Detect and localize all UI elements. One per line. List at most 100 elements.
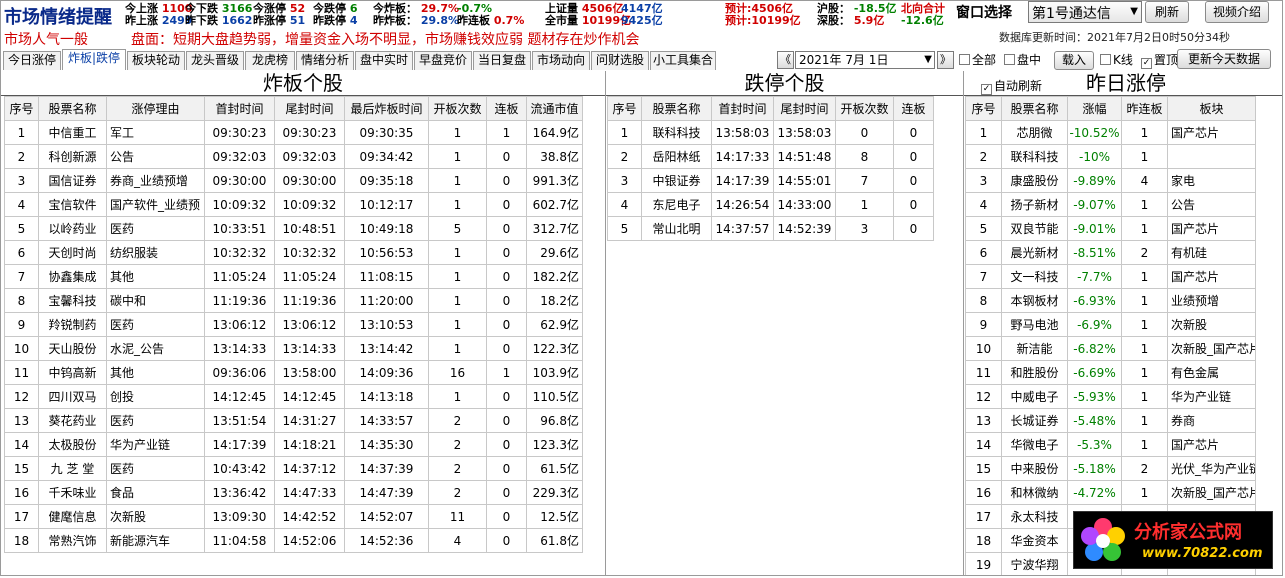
- prev-date-button[interactable]: 《: [777, 51, 794, 69]
- column-header[interactable]: 连板: [893, 96, 934, 121]
- table-row[interactable]: 14 太极股份 华为产业链 14:17:39 14:18:21 14:35:30 2 0 123…: [4, 432, 583, 457]
- update-today-button[interactable]: 更新今天数据: [1177, 49, 1271, 69]
- table-row[interactable]: 4 东尼电子 14:26:54 14:33:00 1 0: [607, 192, 934, 217]
- tab-10[interactable]: 问财选股: [591, 51, 649, 70]
- table-row[interactable]: 4 宝信软件 国产软件_业绩预 10:09:32 10:09:32 10:12:17 1 0 6…: [4, 192, 583, 217]
- table-row[interactable]: 15 九 芝 堂医药 10:43:42 14:37:12 14:37:39 2 0 61.5亿: [4, 456, 583, 481]
- table-row[interactable]: 3 康盛股份 -9.89% 4 家电: [965, 168, 1256, 193]
- tab-4[interactable]: 龙虎榜: [245, 51, 295, 70]
- table-row[interactable]: 6 晨光新材 -8.51% 2 有机硅: [965, 240, 1256, 265]
- video-intro-button[interactable]: 视频介绍: [1205, 1, 1269, 23]
- table-row[interactable]: 5 以岭药业 医药 10:33:51 10:48:51 10:49:18 5 0 312.7亿: [4, 216, 583, 241]
- app-title: 市场情绪提醒: [4, 7, 112, 28]
- channel-select[interactable]: 第1号通达信 ▼: [1028, 1, 1142, 23]
- table-row[interactable]: 10 天山股份 水泥_公告 13:14:33 13:14:33 13:14:42 1 0 122…: [4, 336, 583, 361]
- table-row[interactable]: 4 扬子新材 -9.07% 1 公告: [965, 192, 1256, 217]
- table-row[interactable]: 10 新洁能 -6.82% 1 次新股_国产芯片: [965, 336, 1256, 361]
- table-row[interactable]: 11 中钨高新 其他 09:36:06 13:58:00 14:09:36 16 1 103.9…: [4, 360, 583, 385]
- table-row[interactable]: 1 中信重工 军工 09:30:23 09:30:23 09:30:35 1 1 164.9亿: [4, 120, 583, 145]
- table-row[interactable]: 3 国信证券 券商_业绩预增 09:30:00 09:30:00 09:35:18 1 0 99…: [4, 168, 583, 193]
- table-cell: 1: [1121, 264, 1168, 289]
- table-row[interactable]: 8 本钢板材 -6.93% 1 业绩预增: [965, 288, 1256, 313]
- table-cell: 14:17:39: [711, 168, 774, 193]
- table-row[interactable]: 13 葵花药业 医药 13:51:54 14:31:27 14:33:57 2 0 96.8亿: [4, 408, 583, 433]
- pin-checkbox[interactable]: ✓ 置顶: [1141, 51, 1178, 69]
- table-row[interactable]: 1 芯朋微 -10.52% 1 国产芯片: [965, 120, 1256, 145]
- table-row[interactable]: 3 中银证券 14:17:39 14:55:01 7 0: [607, 168, 934, 193]
- table-row[interactable]: 7 协鑫集成 其他 11:05:24 11:05:24 11:08:15 1 0 182.2亿: [4, 264, 583, 289]
- table-cell: 991.3亿: [526, 168, 583, 193]
- table-row[interactable]: 2 岳阳林纸 14:17:33 14:51:48 8 0: [607, 144, 934, 169]
- table-row[interactable]: 16 和林微纳 -4.72% 1 次新股_国产芯片: [965, 480, 1256, 505]
- column-header[interactable]: 开板次数: [835, 96, 894, 121]
- kline-checkbox[interactable]: K线: [1100, 51, 1133, 69]
- table-row[interactable]: 2 联科科技 -10% 1: [965, 144, 1256, 169]
- column-header[interactable]: 股票名称: [38, 96, 107, 121]
- column-header[interactable]: 流通市值: [526, 96, 583, 121]
- table-row[interactable]: 5 常山北明 14:37:57 14:52:39 3 0: [607, 216, 934, 241]
- blast-panel-title: 炸板个股: [263, 71, 343, 95]
- column-header[interactable]: 尾封时间: [773, 96, 836, 121]
- table-row[interactable]: 7 文一科技 -7.7% 1 国产芯片: [965, 264, 1256, 289]
- table-row[interactable]: 18 常熟汽饰 新能源汽车 11:04:58 14:52:06 14:52:36 4 0 61.…: [4, 528, 583, 553]
- table-row[interactable]: 6 天创时尚 纺织服装 10:32:32 10:32:32 10:56:53 1 0 29.6亿: [4, 240, 583, 265]
- table-cell: -6.82%: [1067, 336, 1122, 361]
- column-header[interactable]: 涨停理由: [106, 96, 205, 121]
- tab-3[interactable]: 龙头晋级: [186, 51, 244, 70]
- column-header[interactable]: 序号: [4, 96, 39, 121]
- next-date-button[interactable]: 》: [937, 51, 954, 69]
- auto-refresh-checkbox[interactable]: ✓ 自动刷新: [981, 77, 1042, 95]
- load-button[interactable]: 载入: [1054, 51, 1094, 70]
- column-header[interactable]: 板块: [1167, 96, 1256, 121]
- table-cell: 宝信软件: [38, 192, 107, 217]
- stat-value: 1662: [221, 14, 253, 27]
- column-header[interactable]: 尾封时间: [274, 96, 345, 121]
- table-row[interactable]: 12 四川双马 创投 14:12:45 14:12:45 14:13:18 1 0 110.5亿: [4, 384, 583, 409]
- column-header[interactable]: 首封时间: [204, 96, 275, 121]
- tab-11[interactable]: 小工具集合: [650, 51, 716, 70]
- table-row[interactable]: 16 千禾味业 食品 13:36:42 14:47:33 14:47:39 2 0 229.3亿: [4, 480, 583, 505]
- column-header[interactable]: 首封时间: [711, 96, 774, 121]
- table-row[interactable]: 2 科创新源 公告 09:32:03 09:32:03 09:34:42 1 0 38.8亿: [4, 144, 583, 169]
- column-header[interactable]: 开板次数: [428, 96, 487, 121]
- tab-7[interactable]: 早盘竞价: [414, 51, 472, 70]
- table-row[interactable]: 8 宝馨科技 碳中和 11:19:36 11:19:36 11:20:00 1 0 18.2亿: [4, 288, 583, 313]
- table-row[interactable]: 15 中来股份 -5.18% 2 光伏_华为产业链: [965, 456, 1256, 481]
- table-cell: 1: [428, 288, 487, 313]
- tab-0[interactable]: 今日涨停: [3, 51, 61, 70]
- table-cell: 09:30:35: [344, 120, 429, 145]
- tab-1[interactable]: 炸板|跌停: [62, 49, 126, 70]
- table-cell: 1: [486, 360, 527, 385]
- table-row[interactable]: 17 健麾信息 次新股 13:09:30 14:42:52 14:52:07 11 0 12.5…: [4, 504, 583, 529]
- table-row[interactable]: 9 野马电池 -6.9% 1 次新股: [965, 312, 1256, 337]
- table-cell: 16: [965, 480, 1002, 505]
- column-header[interactable]: 昨连板: [1121, 96, 1168, 121]
- intraday-checkbox[interactable]: 盘中: [1004, 51, 1041, 69]
- tab-9[interactable]: 市场动向: [532, 51, 590, 70]
- tab-6[interactable]: 盘中实时: [355, 51, 413, 70]
- table-row[interactable]: 9 羚锐制药 医药 13:06:12 13:06:12 13:10:53 1 0 62.9亿: [4, 312, 583, 337]
- column-header[interactable]: 股票名称: [1001, 96, 1068, 121]
- refresh-button[interactable]: 刷新: [1145, 1, 1189, 23]
- table-row[interactable]: 5 双良节能 -9.01% 1 国产芯片: [965, 216, 1256, 241]
- column-header[interactable]: 连板: [486, 96, 527, 121]
- table-row[interactable]: 1 联科科技 13:58:03 13:58:03 0 0: [607, 120, 934, 145]
- table-row[interactable]: 14 华微电子 -5.3% 1 国产芯片: [965, 432, 1256, 457]
- table-cell: 1: [428, 168, 487, 193]
- column-header[interactable]: 涨幅: [1067, 96, 1122, 121]
- column-header[interactable]: 序号: [965, 96, 1002, 121]
- tab-8[interactable]: 当日复盘: [473, 51, 531, 70]
- table-row[interactable]: 13 长城证券 -5.48% 1 券商: [965, 408, 1256, 433]
- all-checkbox[interactable]: 全部: [959, 51, 996, 69]
- table-row[interactable]: 12 中威电子 -5.93% 1 华为产业链: [965, 384, 1256, 409]
- table-cell: 09:32:03: [204, 144, 275, 169]
- table-row[interactable]: 11 和胜股份 -6.69% 1 有色金属: [965, 360, 1256, 385]
- column-header[interactable]: 序号: [607, 96, 642, 121]
- tab-5[interactable]: 情绪分析: [296, 51, 354, 70]
- column-header[interactable]: 最后炸板时间: [344, 96, 429, 121]
- tab-2[interactable]: 板块轮动: [127, 51, 185, 70]
- table-cell: -9.07%: [1067, 192, 1122, 217]
- column-header[interactable]: 股票名称: [641, 96, 712, 121]
- date-picker[interactable]: 2021年 7月 1日 ▼: [795, 51, 935, 69]
- table-cell: 13:06:12: [204, 312, 275, 337]
